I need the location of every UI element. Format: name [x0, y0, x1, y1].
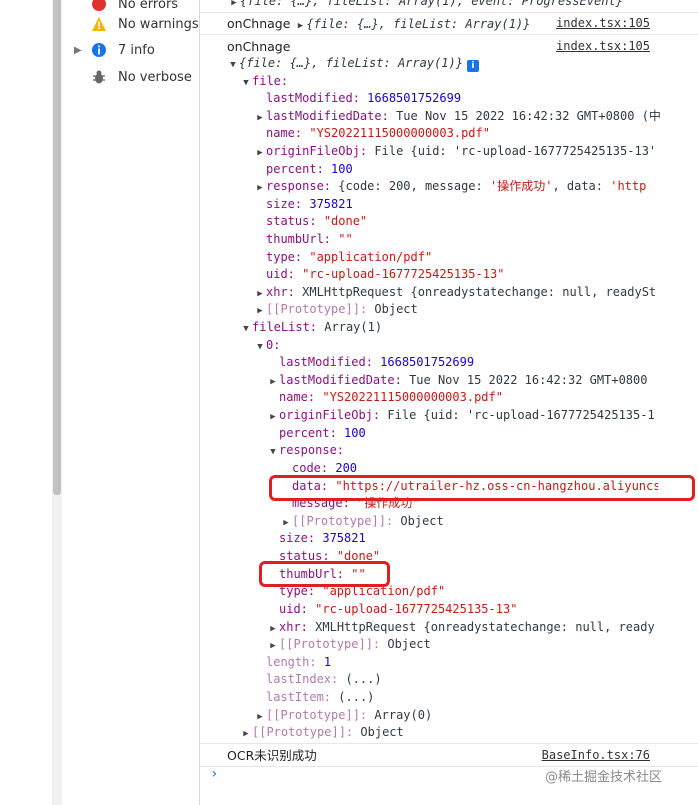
- tree-node-filelist[interactable]: ▼ fileList: Array(1): [240, 319, 696, 336]
- highlight-data-box: [269, 475, 695, 501]
- console-log-area: ▶ {file: {…}, fileList: Array(1), event: …: [200, 0, 698, 805]
- collapse-arrow-icon[interactable]: ▼: [240, 75, 252, 90]
- expand-arrow-icon[interactable]: ▶: [267, 621, 279, 636]
- collapse-arrow-icon[interactable]: ▼: [240, 321, 252, 336]
- expand-arrow-icon[interactable]: ▶: [254, 145, 266, 160]
- expand-arrow-icon[interactable]: ▶: [280, 515, 292, 530]
- tree-prop: name: "YS20221115000000003.pdf": [279, 390, 503, 404]
- tree-node-file[interactable]: ▼ file:: [240, 73, 696, 90]
- watermark: @稀土掘金技术社区: [545, 770, 663, 785]
- expand-arrow-icon[interactable]: ▶: [267, 638, 279, 653]
- info-icon: [91, 42, 107, 58]
- tree-prop: lastModified: 1668501752699: [279, 355, 475, 369]
- expand-arrow-icon[interactable]: ▶: [240, 726, 252, 741]
- sidebar-item-label: No errors: [118, 0, 179, 12]
- tree-prop-expandable[interactable]: ▶ lastModifiedDate: Tue Nov 15 2022 16:42…: [254, 108, 698, 125]
- tree-prop-expandable[interactable]: ▶ [[Prototype]]: Array(0): [254, 707, 698, 724]
- log-separator: [200, 12, 698, 13]
- tree-prop: type: "application/pdf": [266, 250, 433, 264]
- expand-arrow-icon[interactable]: ▶: [254, 709, 266, 724]
- log-object-preview[interactable]: ▶ {file: {…}, fileList: Array(1), event: …: [228, 0, 684, 10]
- tree-prop-expandable[interactable]: ▶ lastModifiedDate: Tue Nov 15 2022 16:42…: [267, 372, 698, 389]
- expand-arrow-icon[interactable]: ▶: [74, 45, 84, 56]
- expand-arrow-icon[interactable]: ▶: [254, 286, 266, 301]
- log-source-link[interactable]: index.tsx:105: [556, 38, 650, 55]
- expand-arrow-icon[interactable]: ▶: [254, 180, 266, 195]
- tree-node-response[interactable]: ▼ response:: [267, 442, 698, 459]
- tree-prop: status: "done": [266, 214, 368, 228]
- sidebar-item-label: No warnings: [118, 16, 199, 32]
- console-sidebar: No errors No warnings ▶ 7 info No verbos…: [62, 0, 200, 805]
- tree-prop: percent: 100: [266, 162, 353, 176]
- tree-prop-getter[interactable]: lastItem: (...): [266, 689, 698, 706]
- console-prompt-icon[interactable]: ›: [210, 766, 218, 782]
- collapse-arrow-icon[interactable]: ▼: [267, 444, 279, 459]
- error-icon: [91, 0, 107, 12]
- log-source-link[interactable]: index.tsx:105: [556, 15, 650, 32]
- log-separator: [200, 34, 698, 35]
- highlight-thumburl-box: [259, 561, 390, 587]
- sidebar-item-info[interactable]: ▶ 7 info: [62, 39, 200, 61]
- expand-arrow-icon[interactable]: ▶: [254, 303, 266, 318]
- bug-icon: [91, 69, 107, 85]
- tree-prop: size: 375821: [279, 531, 366, 545]
- tree-prop-getter[interactable]: lastIndex: (...): [266, 671, 698, 688]
- tree-prop-expandable[interactable]: ▶ originFileObj: File {uid: 'rc-upload-16…: [267, 407, 698, 424]
- tree-prop-expandable[interactable]: ▶ originFileObj: File {uid: 'rc-upload-16…: [254, 143, 698, 160]
- tree-prop-expandable[interactable]: ▶ xhr: XMLHttpRequest {onreadystatechange…: [254, 284, 698, 301]
- left-gutter: [0, 0, 52, 805]
- tree-prop-expandable[interactable]: ▶ xhr: XMLHttpRequest {onreadystatechange…: [267, 619, 698, 636]
- expand-arrow-icon[interactable]: ▶: [267, 374, 279, 389]
- collapse-arrow-icon[interactable]: ▼: [254, 339, 266, 354]
- tree-prop-expandable[interactable]: ▶ [[Prototype]]: Object: [280, 513, 698, 530]
- log-separator: [200, 743, 698, 744]
- tree-node-item-0[interactable]: ▼ 0:: [254, 337, 698, 354]
- tree-prop-expandable[interactable]: ▶ response: {code: 200, message: '操作成功', …: [254, 178, 698, 195]
- info-badge-icon[interactable]: i: [466, 60, 479, 72]
- expand-arrow-icon[interactable]: ▶: [294, 18, 306, 32]
- sidebar-item-verbose[interactable]: No verbose: [62, 66, 200, 88]
- tree-prop: name: "YS20221115000000003.pdf": [266, 126, 490, 140]
- collapse-arrow-icon[interactable]: ▼: [227, 57, 239, 72]
- tree-prop: thumbUrl: "": [266, 232, 353, 246]
- tree-prop: percent: 100: [279, 426, 366, 440]
- tree-prop: lastModified: 1668501752699: [266, 91, 462, 105]
- sidebar-item-label: 7 info: [118, 42, 155, 58]
- log-source-link[interactable]: BaseInfo.tsx:76: [542, 747, 650, 764]
- tree-prop-expandable[interactable]: ▶ [[Prototype]]: Object: [267, 636, 698, 653]
- sidebar-item-label: No verbose: [118, 69, 192, 85]
- sidebar-scrollbar-thumb[interactable]: [53, 0, 61, 495]
- warning-icon: [91, 16, 107, 32]
- sidebar-item-warnings[interactable]: No warnings: [62, 13, 200, 35]
- log-object-preview[interactable]: ▼ {file: {…}, fileList: Array(1)} i: [227, 55, 683, 72]
- tree-prop: size: 375821: [266, 197, 353, 211]
- tree-prop-expandable[interactable]: ▶ [[Prototype]]: Object: [240, 724, 696, 741]
- tree-prop: length: 1: [266, 655, 332, 669]
- tree-prop: uid: "rc-upload-1677725425135-13": [279, 602, 518, 616]
- expand-arrow-icon[interactable]: ▶: [228, 0, 240, 10]
- expand-arrow-icon[interactable]: ▶: [267, 409, 279, 424]
- tree-prop: uid: "rc-upload-1677725425135-13": [266, 267, 505, 281]
- tree-prop-expandable[interactable]: ▶ [[Prototype]]: Object: [254, 301, 698, 318]
- expand-arrow-icon[interactable]: ▶: [254, 110, 266, 125]
